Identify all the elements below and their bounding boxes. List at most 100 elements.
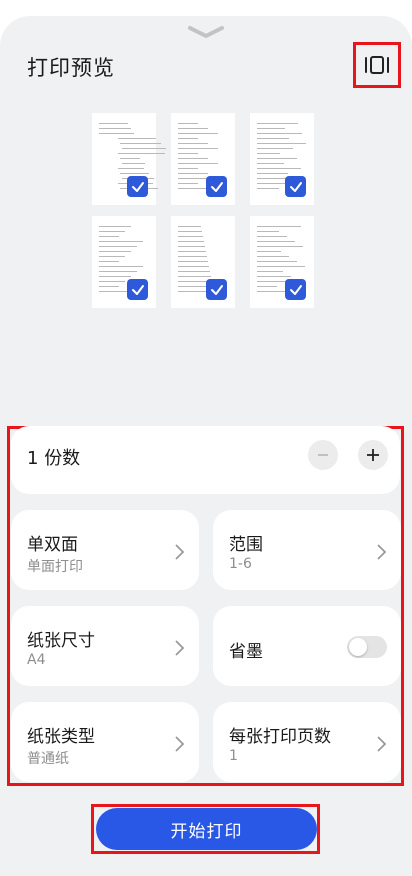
chevron-right-icon: [175, 736, 185, 752]
thumbnail-text-line: [178, 188, 208, 189]
thumbnail-text-line: [99, 286, 119, 287]
decrease-copies-button[interactable]: [308, 440, 338, 470]
checkbox-checked-icon[interactable]: [206, 176, 227, 197]
thumbnail-text-line: [122, 148, 166, 149]
thumbnail-text-line: [178, 271, 210, 272]
thumbnail-text-line: [257, 266, 305, 267]
duplex-option[interactable]: 单双面 单面打印: [11, 510, 199, 590]
thumbnail-text-line: [257, 261, 297, 262]
thumbnail-text-line: [99, 251, 131, 252]
thumbnail-text-line: [257, 251, 281, 252]
thumbnail-text-line: [257, 138, 289, 139]
chevron-right-icon: [175, 640, 185, 656]
thumbnail-text-line: [120, 158, 140, 159]
checkbox-checked-icon[interactable]: [206, 279, 227, 300]
thumbnail-text-line: [99, 133, 134, 134]
paper-size-value: A4: [27, 652, 46, 668]
thumbnail-text-line: [178, 261, 208, 262]
thumbnail-text-line: [99, 241, 143, 242]
thumbnail-text-line: [178, 231, 202, 232]
page-thumbnail[interactable]: [171, 216, 235, 308]
duplex-label: 单双面: [27, 535, 78, 555]
thumbnail-text-line: [257, 158, 297, 159]
page-thumbnail[interactable]: [250, 216, 314, 308]
thumbnail-text-line: [178, 251, 206, 252]
page-view-icon: [365, 56, 389, 74]
thumbnail-text-line: [178, 128, 208, 129]
thumbnail-text-line: [178, 138, 198, 139]
thumbnail-text-line: [122, 163, 145, 164]
chevron-right-icon: [175, 544, 185, 560]
thumbnail-text-line: [257, 188, 279, 189]
thumbnail-text-line: [178, 133, 218, 134]
paper-type-label: 纸张类型: [27, 727, 95, 747]
copies-label: 1 份数: [27, 444, 80, 470]
thumbnail-text-line: [257, 128, 285, 129]
chevron-down-icon[interactable]: [186, 24, 226, 40]
thumbnail-text-line: [257, 256, 289, 257]
pages-per-sheet-option[interactable]: 每张打印页数 1: [213, 702, 401, 782]
minus-icon: [318, 454, 328, 456]
toggle-knob: [349, 638, 367, 656]
thumbnail-text-line: [257, 231, 279, 232]
thumbnail-text-line: [178, 183, 198, 184]
thumbnail-text-line: [118, 153, 165, 154]
thumbnail-text-line: [99, 266, 143, 267]
thumbnail-text-line: [178, 236, 203, 237]
increase-copies-button[interactable]: [358, 440, 388, 470]
paper-type-option[interactable]: 纸张类型 普通纸: [11, 702, 199, 782]
paper-type-value: 普通纸: [27, 751, 69, 767]
pages-per-sheet-label: 每张打印页数: [229, 727, 331, 747]
checkbox-checked-icon[interactable]: [127, 176, 148, 197]
checkbox-checked-icon[interactable]: [127, 279, 148, 300]
thumbnail-text-line: [257, 226, 301, 227]
thumbnail-text-line: [257, 173, 288, 174]
paper-size-label: 纸张尺寸: [27, 631, 95, 651]
thumbnail-text-line: [257, 271, 283, 272]
paper-size-option[interactable]: 纸张尺寸 A4: [11, 606, 199, 686]
page-thumbnails: [92, 113, 318, 309]
start-print-button[interactable]: 开始打印: [96, 808, 317, 850]
thumbnail-text-line: [178, 123, 198, 124]
ink-saver-toggle[interactable]: [347, 636, 387, 658]
chevron-right-icon: [377, 736, 387, 752]
thumbnail-text-line: [178, 266, 209, 267]
thumbnail-text-line: [99, 236, 119, 237]
duplex-value: 单面打印: [27, 559, 83, 575]
thumbnail-text-line: [178, 173, 208, 174]
pages-per-sheet-value: 1: [229, 748, 238, 764]
thumbnail-text-line: [257, 291, 285, 292]
checkbox-checked-icon[interactable]: [285, 279, 306, 300]
page-thumbnail[interactable]: [171, 113, 235, 205]
thumbnail-text-line: [257, 143, 306, 144]
thumbnail-text-line: [118, 138, 156, 139]
thumbnail-text-line: [178, 226, 201, 227]
thumbnail-text-line: [257, 168, 301, 169]
page-thumbnail[interactable]: [92, 113, 166, 205]
thumbnail-text-line: [99, 246, 137, 247]
thumbnail-text-line: [178, 241, 204, 242]
page-thumbnail[interactable]: [92, 216, 156, 308]
page-title: 打印预览: [27, 56, 115, 80]
range-option[interactable]: 范围 1-6: [213, 510, 401, 590]
thumbnail-text-line: [257, 276, 291, 277]
range-value: 1-6: [229, 556, 252, 572]
thumbnail-text-line: [257, 163, 284, 164]
thumbnail-text-line: [99, 276, 131, 277]
thumbnail-text-line: [178, 158, 208, 159]
thumbnail-text-line: [99, 256, 125, 257]
thumbnail-text-line: [178, 153, 198, 154]
thumbnail-text-line: [257, 123, 298, 124]
thumbnail-text-line: [178, 143, 208, 144]
thumbnail-text-line: [257, 286, 277, 287]
thumbnail-text-line: [178, 168, 198, 169]
thumbnail-text-line: [257, 236, 287, 237]
thumbnail-text-line: [178, 148, 218, 149]
plus-icon: [367, 449, 379, 461]
checkbox-checked-icon[interactable]: [285, 176, 306, 197]
page-thumbnail[interactable]: [250, 113, 314, 205]
ink-saver-label: 省墨: [229, 642, 263, 662]
view-toggle-button[interactable]: [353, 42, 401, 88]
thumbnail-text-line: [99, 261, 119, 262]
thumbnail-text-line: [99, 231, 125, 232]
